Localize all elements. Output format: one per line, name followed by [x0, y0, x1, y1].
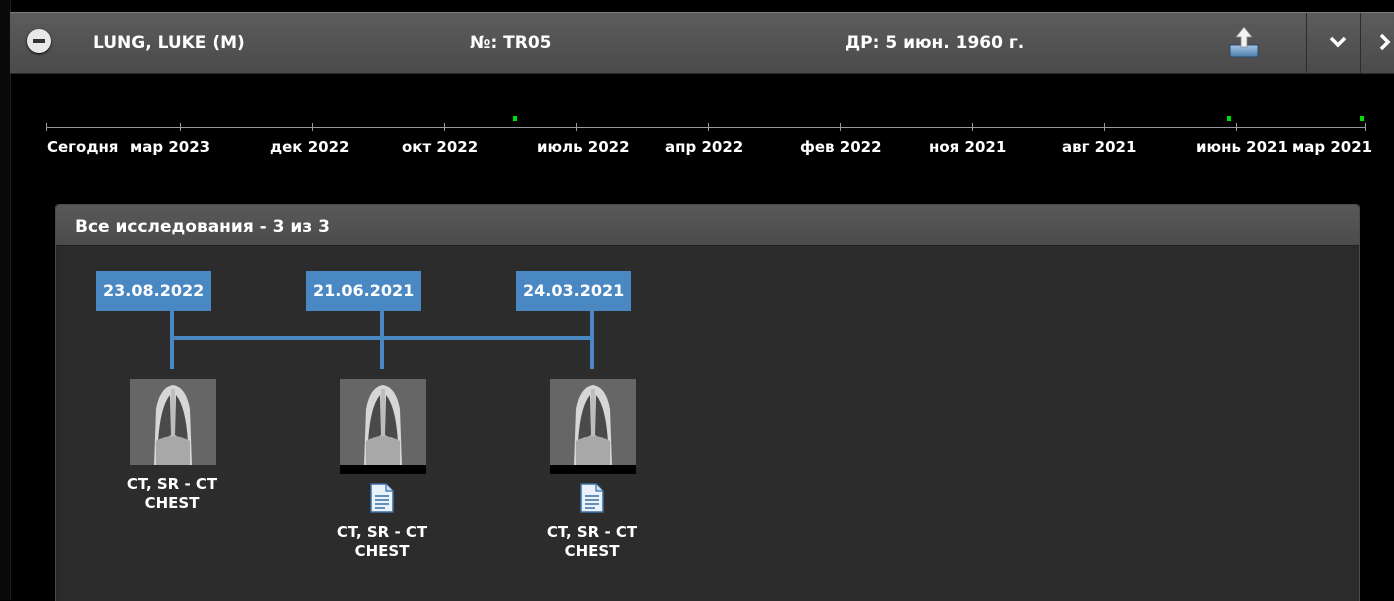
timeline-label: июнь 2021	[1196, 138, 1288, 156]
study-label-line2: CHEST	[564, 542, 620, 560]
study-marker[interactable]	[1360, 116, 1364, 121]
birth-date: ДР: 5 июн. 1960 г.	[845, 33, 1025, 53]
timeline-tick	[1236, 123, 1237, 131]
study-label-line1: CT, SR - CT	[336, 523, 428, 541]
connector-line	[590, 311, 594, 369]
timeline-tick	[708, 123, 709, 131]
studies-panel: Все исследования - 3 из 3 23.08.2022 21.…	[55, 204, 1360, 601]
study-label-line1: CT, SR - CT	[546, 523, 638, 541]
study-marker[interactable]	[1227, 116, 1231, 121]
collapse-icon[interactable]	[27, 29, 51, 53]
study-date-label[interactable]: 24.03.2021	[516, 271, 632, 311]
timeline-tick	[840, 123, 841, 131]
timeline-tick	[1104, 123, 1105, 131]
timeline-tick	[972, 123, 973, 131]
timeline-label: авг 2021	[1062, 138, 1137, 156]
timeline-tick	[444, 123, 445, 131]
studies-panel-body: 23.08.2022 21.06.2021 24.03.2021 CT, SR …	[62, 247, 1352, 601]
patient-header: LUNG, LUKE (M) №: TR05 ДР: 5 июн. 1960 г…	[10, 12, 1394, 74]
patient-name: LUNG, LUKE (M)	[93, 33, 245, 53]
chevron-right-icon[interactable]	[1374, 29, 1394, 55]
study-timeline[interactable]: Сегодня мар 2023 дек 2022 окт 2022 июль …	[0, 72, 1394, 192]
chevron-down-icon[interactable]	[1326, 29, 1350, 55]
connector-line	[170, 311, 174, 369]
study-label-line2: CHEST	[354, 542, 410, 560]
timeline-label: Сегодня	[47, 138, 119, 156]
study-date-label[interactable]: 21.06.2021	[306, 271, 422, 311]
report-document-icon[interactable]	[370, 483, 394, 513]
timeline-tick	[576, 123, 577, 131]
timeline-label: фев 2022	[800, 138, 882, 156]
timeline-tick	[46, 123, 47, 131]
connector-line	[170, 336, 594, 340]
chest-ct-thumbnail[interactable]	[130, 379, 216, 465]
study-label-line1: CT, SR - CT	[126, 475, 218, 493]
selection-bar	[340, 465, 426, 474]
timeline-label: дек 2022	[270, 138, 350, 156]
timeline-tick	[1365, 123, 1366, 131]
report-document-icon[interactable]	[580, 483, 604, 513]
header-divider	[1306, 13, 1307, 73]
export-icon[interactable]	[1228, 25, 1260, 59]
timeline-axis	[46, 127, 1366, 128]
chest-ct-thumbnail[interactable]	[550, 379, 636, 465]
study-label-line2: CHEST	[144, 494, 200, 512]
header-divider	[1360, 13, 1361, 73]
timeline-label: окт 2022	[402, 138, 479, 156]
panel-title: Все исследования - 3 из 3	[75, 217, 330, 237]
timeline-label: ноя 2021	[929, 138, 1007, 156]
timeline-tick	[180, 123, 181, 131]
timeline-tick	[312, 123, 313, 131]
connector-line	[380, 311, 384, 369]
chest-ct-thumbnail[interactable]	[340, 379, 426, 465]
patient-viewer: LUNG, LUKE (M) №: TR05 ДР: 5 июн. 1960 г…	[0, 0, 1394, 601]
timeline-label: мар 2021	[1292, 138, 1373, 156]
timeline-label: июль 2022	[537, 138, 630, 156]
study-date-label[interactable]: 23.08.2022	[96, 271, 212, 311]
timeline-label: мар 2023	[130, 138, 211, 156]
study-marker[interactable]	[513, 116, 517, 121]
timeline-label: апр 2022	[665, 138, 744, 156]
selection-bar	[550, 465, 636, 474]
patient-id: №: TR05	[470, 33, 552, 53]
